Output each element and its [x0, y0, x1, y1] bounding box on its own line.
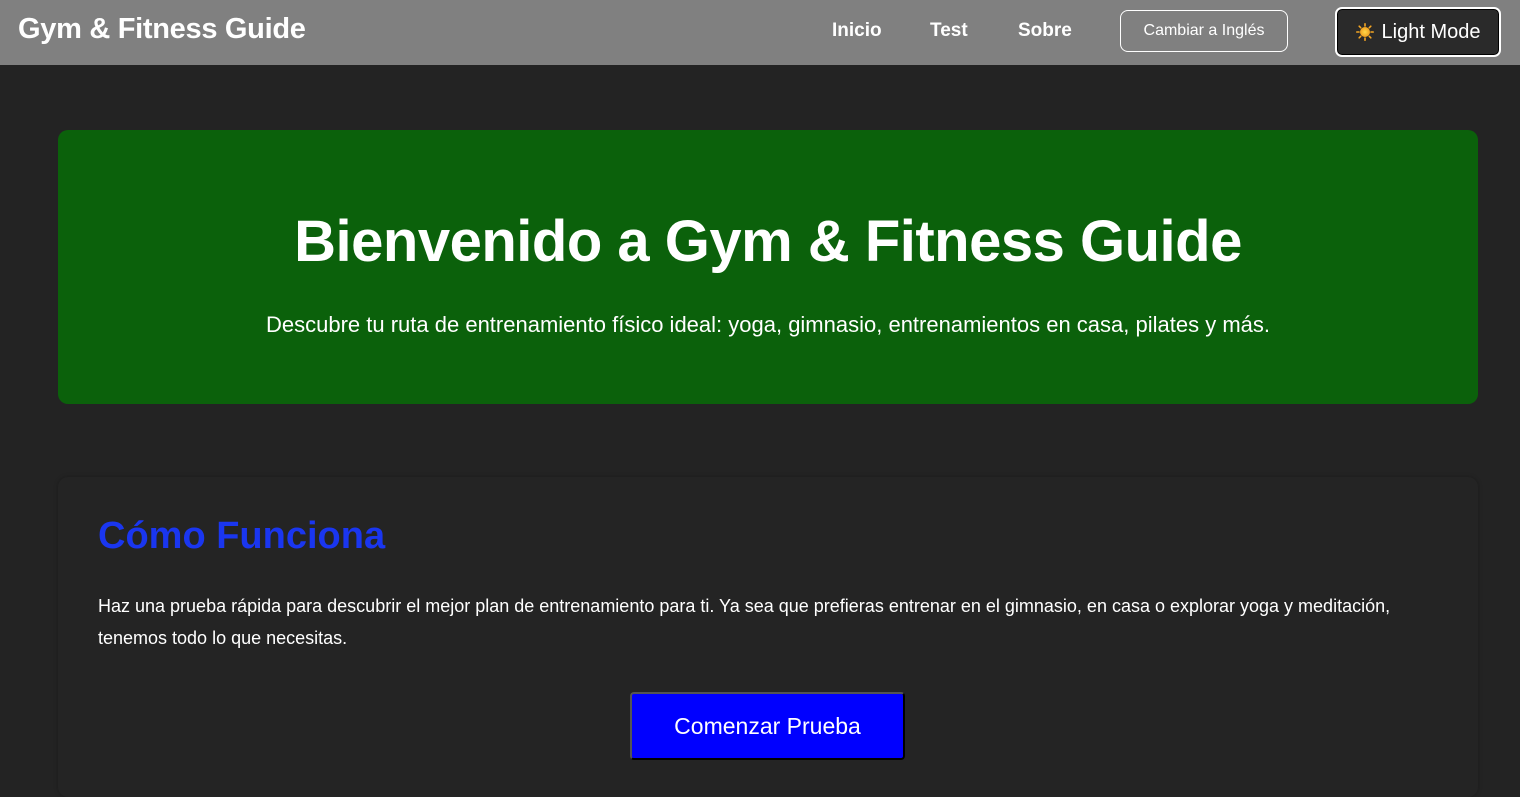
theme-mode-label: Light Mode: [1381, 20, 1481, 43]
top-navigation-bar: Gym & Fitness Guide Inicio Test Sobre Ca…: [0, 0, 1520, 65]
hero-title: Bienvenido a Gym & Fitness Guide: [294, 209, 1242, 274]
theme-mode-button[interactable]: Light Mode: [1335, 7, 1501, 57]
how-it-works-description: Haz una prueba rápida para descubrir el …: [98, 596, 1391, 648]
how-it-works-title: Cómo Funciona: [98, 515, 386, 557]
start-test-button[interactable]: Comenzar Prueba: [630, 692, 905, 760]
hero-subtitle: Descubre tu ruta de entrenamiento físico…: [266, 312, 1270, 337]
hero-banner: Bienvenido a Gym & Fitness Guide Descubr…: [58, 130, 1478, 404]
site-brand[interactable]: Gym & Fitness Guide: [18, 13, 306, 46]
how-it-works-section: Cómo Funciona Haz una prueba rápida para…: [58, 477, 1478, 797]
nav-link-inicio[interactable]: Inicio: [832, 20, 882, 42]
sun-icon: [1355, 23, 1374, 42]
nav-link-sobre[interactable]: Sobre: [1018, 20, 1072, 42]
change-language-button[interactable]: Cambiar a Inglés: [1120, 10, 1288, 52]
nav-link-test[interactable]: Test: [930, 20, 968, 42]
